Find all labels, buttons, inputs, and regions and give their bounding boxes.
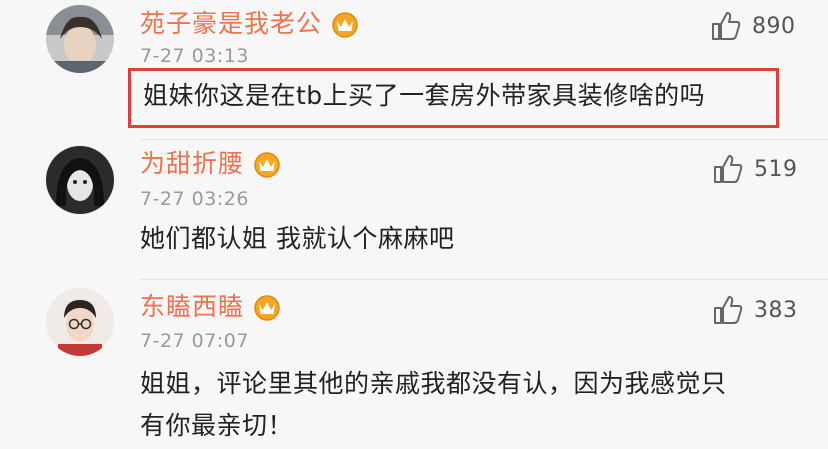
thumbs-up-icon	[714, 296, 743, 324]
comment-timestamp: 7-27 07:07	[140, 330, 249, 352]
comment-item: 苑子豪是我老公 7-27 03:13 姐妹你这是在tb上买了一套房外带家具装修啥…	[0, 0, 828, 140]
crown-badge-icon	[332, 12, 358, 38]
avatar[interactable]	[46, 146, 114, 214]
comment-timestamp: 7-27 03:26	[140, 188, 249, 210]
username-row: 苑子豪是我老公	[140, 8, 360, 40]
crown-badge-icon	[254, 295, 280, 321]
thumbs-up-icon	[712, 12, 741, 40]
thumbs-up-icon	[714, 155, 743, 183]
comment-item: 东瞌西瞌 7-27 07:07 姐姐，评论里其他的亲戚我都没有认，因为我感觉只 …	[0, 280, 828, 449]
like-button[interactable]: 383	[712, 290, 798, 330]
username-link[interactable]: 东瞌西瞌	[140, 291, 244, 323]
like-count: 519	[754, 156, 798, 182]
username-row: 东瞌西瞌	[140, 291, 282, 323]
like-count: 890	[752, 13, 796, 39]
comment-list: 苑子豪是我老公 7-27 03:13 姐妹你这是在tb上买了一套房外带家具装修啥…	[0, 0, 828, 449]
username-link[interactable]: 为甜折腰	[140, 148, 244, 180]
like-button[interactable]: 519	[712, 149, 798, 189]
crown-badge-icon	[254, 152, 280, 178]
avatar[interactable]	[46, 5, 114, 73]
comment-item: 为甜折腰 7-27 03:26 她们都认姐 我就认个麻麻吧 519	[0, 140, 828, 280]
like-button[interactable]: 890	[710, 6, 796, 46]
username-row: 为甜折腰	[140, 148, 282, 180]
comment-text-line: 有你最亲切！	[140, 411, 294, 440]
comment-text: 她们都认姐 我就认个麻麻吧	[140, 224, 455, 253]
avatar[interactable]	[46, 288, 114, 356]
comment-timestamp: 7-27 03:13	[140, 45, 249, 67]
comment-text-line: 姐姐，评论里其他的亲戚我都没有认，因为我感觉只	[140, 369, 727, 398]
username-link[interactable]: 苑子豪是我老公	[140, 8, 322, 40]
like-count: 383	[754, 297, 798, 323]
comment-text: 姐妹你这是在tb上买了一套房外带家具装修啥的吗	[128, 68, 779, 128]
